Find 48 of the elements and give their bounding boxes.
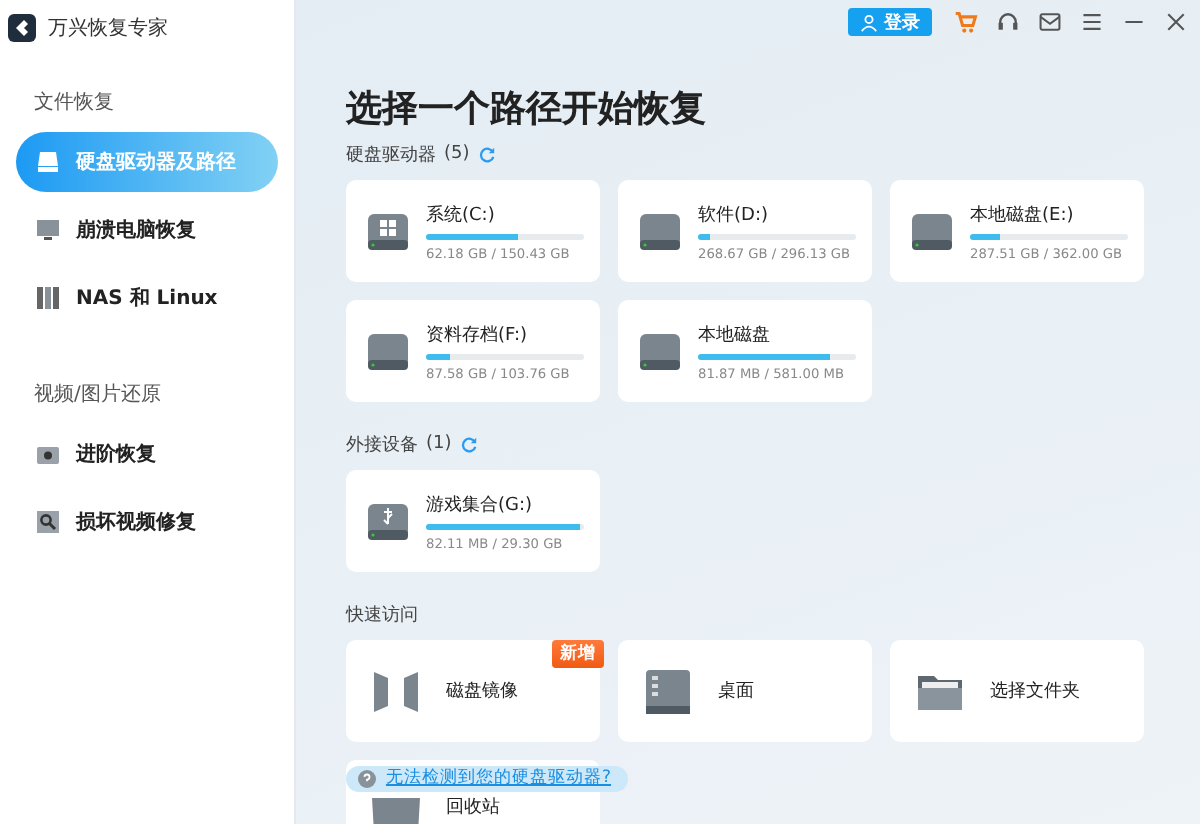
drive-name: 本地磁盘(E:) xyxy=(970,203,1076,227)
drive-name: 系统(C:) xyxy=(426,203,497,227)
refresh-icon[interactable] xyxy=(459,435,478,453)
drive-count: (1) xyxy=(426,434,452,454)
server-icon xyxy=(36,286,60,310)
help-icon xyxy=(358,770,376,788)
section-label: 视频/图片还原 xyxy=(34,381,163,408)
drive-icon xyxy=(36,150,60,174)
mail-icon[interactable] xyxy=(1038,10,1062,34)
drive-count: (5) xyxy=(444,144,470,164)
camera-icon xyxy=(36,442,60,466)
quick-access-card[interactable]: 桌面 xyxy=(618,640,872,742)
quick-access-card[interactable]: 磁盘镜像 新增 xyxy=(346,640,600,742)
hard-drive-icon xyxy=(638,331,682,371)
hard-drive-icon xyxy=(638,211,682,251)
monitor-icon xyxy=(36,218,60,242)
system-drive-icon xyxy=(366,211,410,251)
quick-access-label: 磁盘镜像 xyxy=(446,679,518,704)
drive-name: 资料存档(F:) xyxy=(426,323,530,347)
menu-icon[interactable] xyxy=(1080,10,1104,34)
section-label: 快速访问 xyxy=(346,603,418,627)
new-badge: 新增 xyxy=(552,640,604,668)
user-icon xyxy=(860,13,878,31)
usb-drive-icon xyxy=(366,501,410,541)
section-label: 硬盘驱动器 xyxy=(346,143,436,167)
drive-name: 游戏集合(G:) xyxy=(426,493,535,517)
sidebar-item[interactable]: 崩溃电脑恢复 xyxy=(16,200,278,260)
quick-access-label: 桌面 xyxy=(718,679,754,704)
quick-access-label: 选择文件夹 xyxy=(990,679,1080,704)
app-title: 万兴恢复专家 xyxy=(48,15,168,42)
sidebar-item[interactable]: NAS 和 Linux xyxy=(16,268,278,328)
sidebar-item[interactable]: 损坏视频修复 xyxy=(16,492,278,552)
hard-drive-icon xyxy=(366,331,410,371)
section-label: 文件恢复 xyxy=(34,89,116,116)
section-label: 外接设备 xyxy=(346,433,418,457)
sidebar-item[interactable]: 进阶恢复 xyxy=(16,424,278,484)
quick-access-card[interactable]: 选择文件夹 xyxy=(890,640,1144,742)
refresh-icon[interactable] xyxy=(477,145,496,163)
hard-drive-icon xyxy=(910,211,954,251)
close-icon[interactable] xyxy=(1164,10,1188,34)
page-title: 选择一个路径开始恢复 xyxy=(346,88,708,132)
app-logo-icon xyxy=(8,14,36,42)
desktop-icon xyxy=(642,665,694,717)
headset-icon[interactable] xyxy=(996,10,1020,34)
drive-name: 本地磁盘 xyxy=(698,323,772,347)
drive-name: 软件(D:) xyxy=(698,203,770,227)
video-repair-icon xyxy=(36,510,60,534)
quick-access-label: 回收站 xyxy=(446,798,500,820)
